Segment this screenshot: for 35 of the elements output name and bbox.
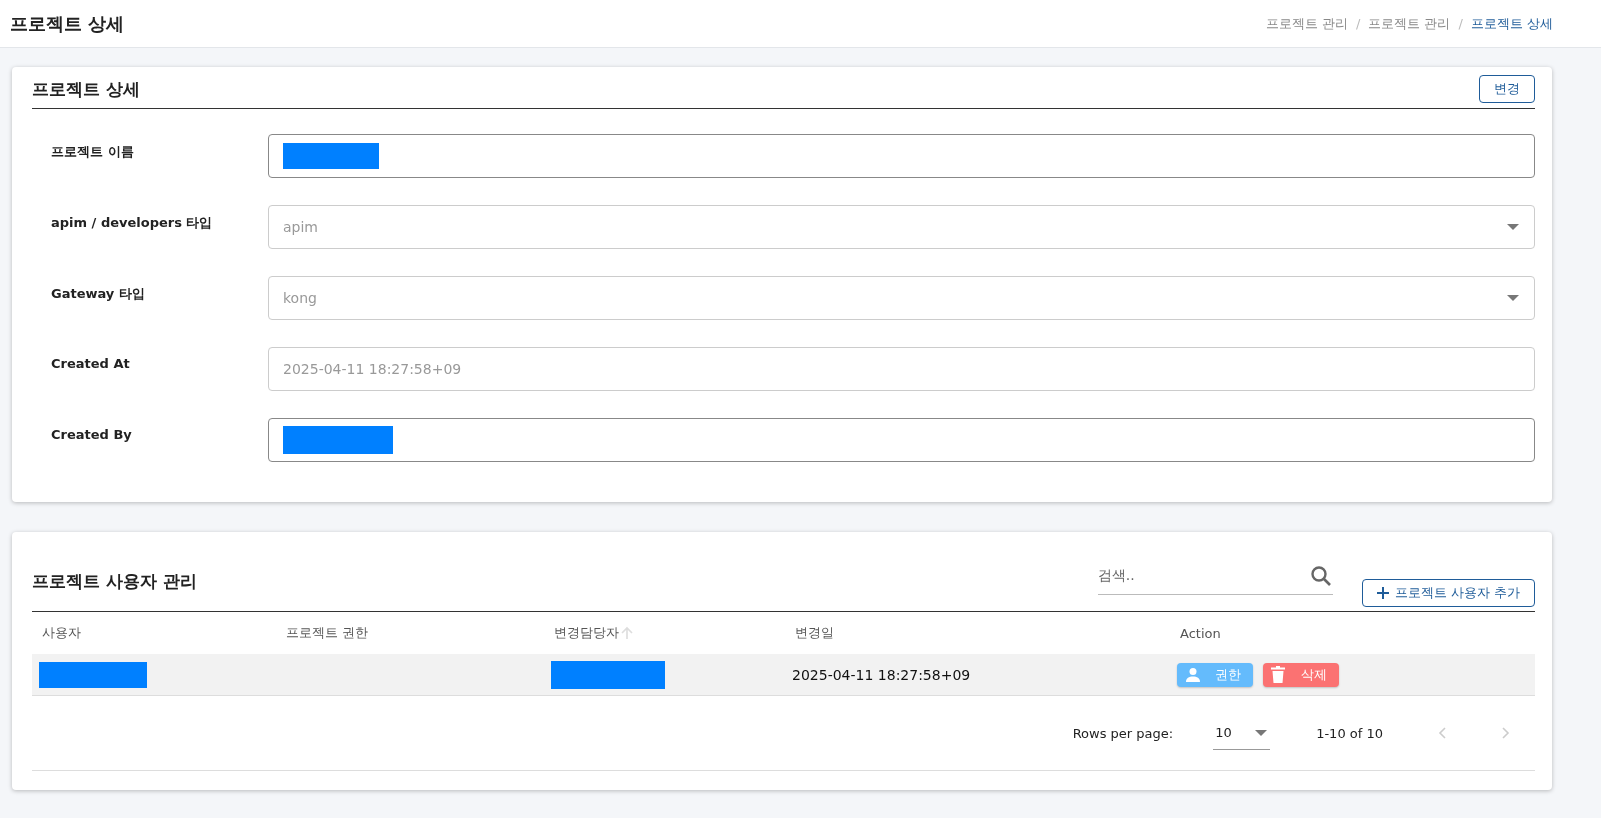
rows-per-page-select[interactable]: 10	[1213, 716, 1271, 750]
search-icon	[1308, 563, 1333, 588]
card-title: 프로젝트 사용자 관리	[32, 570, 197, 593]
breadcrumb-separator: /	[1458, 16, 1463, 31]
page-title: 프로젝트 상세	[10, 11, 125, 36]
breadcrumb-separator: /	[1355, 16, 1361, 31]
field-label: Created At	[51, 355, 131, 371]
trash-icon	[1271, 666, 1285, 683]
column-header[interactable]: 변경담당자	[544, 624, 785, 642]
caret-icon	[1506, 294, 1520, 302]
caret-icon	[1254, 728, 1269, 737]
plus-icon	[1376, 587, 1389, 599]
table-cell: 2025-04-11 18:27:58+09	[792, 666, 971, 683]
field-label: Gateway 타입	[51, 285, 146, 303]
breadcrumb-link[interactable]: 프로젝트 관리	[1368, 14, 1451, 33]
input-field[interactable]	[268, 418, 1535, 462]
page-range: 1-10 of 10	[1316, 725, 1383, 741]
rows-per-page-label: Rows per page:	[1072, 725, 1174, 741]
field-label: Created By	[51, 426, 133, 442]
sort-arrow-icon	[621, 626, 633, 640]
column-header[interactable]: 사용자	[32, 624, 276, 642]
search-field[interactable]: 검색..	[1097, 561, 1333, 595]
add-user-button[interactable]: 프로젝트 사용자 추가	[1361, 579, 1535, 607]
breadcrumb-link[interactable]: 프로젝트 관리	[1265, 14, 1348, 33]
caret-icon	[1506, 223, 1520, 231]
column-header[interactable]: 변경일	[785, 624, 1170, 642]
input-field[interactable]	[268, 134, 1535, 178]
person-icon	[1185, 666, 1201, 683]
column-header[interactable]: Action	[1170, 625, 1535, 641]
field-label: 프로젝트 이름	[51, 143, 135, 161]
breadcrumb-link[interactable]: 프로젝트 상세	[1470, 14, 1553, 33]
card-title: 프로젝트 상세	[32, 78, 140, 101]
field-label: apim / developers 타입	[51, 214, 214, 232]
column-header[interactable]: 프로젝트 권한	[276, 624, 544, 642]
edit-button[interactable]: 변경	[1479, 75, 1535, 103]
